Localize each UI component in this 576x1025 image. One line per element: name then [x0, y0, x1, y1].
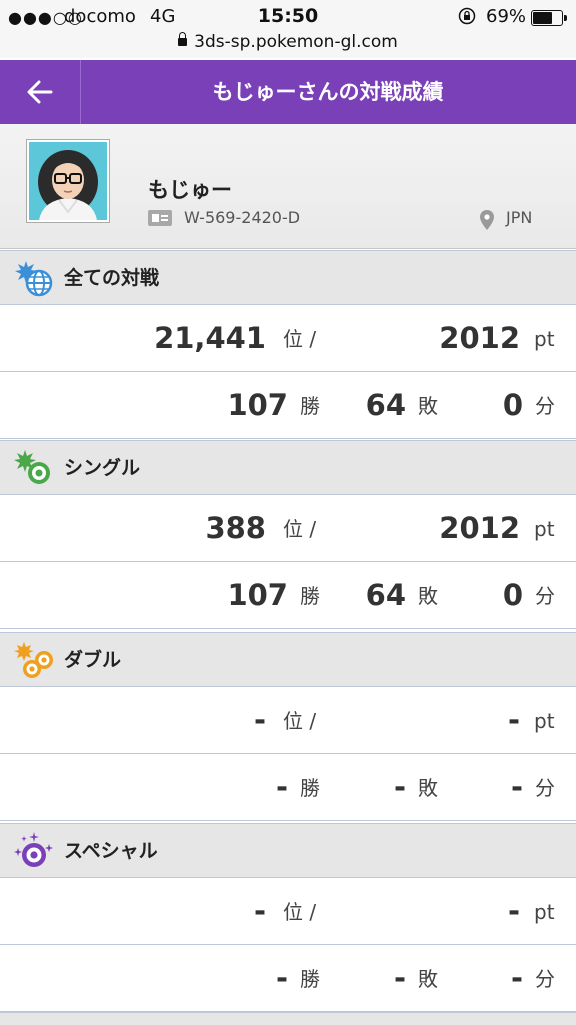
losses-unit: 敗 — [418, 776, 438, 800]
draws-unit: 分 — [535, 776, 555, 800]
points-value: - — [507, 894, 520, 928]
wins-value: - — [275, 961, 288, 995]
wins-value: 107 — [227, 578, 288, 612]
section-header-special: スペシャル — [0, 823, 576, 878]
draws-unit: 分 — [535, 584, 555, 608]
rank-value: - — [253, 703, 266, 737]
draws-value: - — [510, 770, 523, 804]
status-bar: ●●●○○ docomo 4G 15:50 69% 3ds-sp.pokemon… — [0, 0, 576, 58]
section-label: スペシャル — [64, 840, 158, 862]
player-profile: もじゅー W-569-2420-D JPN — [0, 124, 576, 249]
url-text: 3ds-sp.pokemon-gl.com — [194, 32, 398, 52]
globe-battle-icon — [15, 261, 53, 297]
section-header-double: ダブル — [0, 632, 576, 687]
draws-unit: 分 — [535, 394, 555, 418]
rank-unit: 位 / — [283, 517, 317, 541]
losses-unit: 敗 — [418, 967, 438, 991]
record-row: - 勝 - 敗 - 分 — [0, 754, 576, 821]
wins-value: - — [275, 770, 288, 804]
section-label: シングル — [64, 457, 141, 479]
record-row: 107 勝 64 敗 0 分 — [0, 372, 576, 439]
rank-unit: 位 / — [283, 709, 317, 733]
rank-row: - 位 / - pt — [0, 687, 576, 754]
points-unit: pt — [534, 517, 555, 541]
battery-fill — [533, 12, 553, 24]
rank-row: 388 位 / 2012 pt — [0, 495, 576, 562]
player-name: もじゅー — [148, 178, 232, 202]
record-row: 107 勝 64 敗 0 分 — [0, 562, 576, 629]
special-battle-icon — [14, 832, 53, 867]
draws-value: 0 — [502, 388, 523, 422]
section-header-all-battles: 全ての対戦 — [0, 250, 576, 305]
rank-row: 21,441 位 / 2012 pt — [0, 305, 576, 372]
arrow-left-icon — [27, 80, 53, 104]
rank-unit: 位 / — [283, 327, 317, 351]
section-label: 全ての対戦 — [64, 267, 160, 289]
losses-unit: 敗 — [418, 584, 438, 608]
double-battle-icon — [14, 642, 53, 678]
player-id: W-569-2420-D — [184, 208, 301, 227]
battery-percent: 69% — [486, 6, 527, 27]
record-row: - 勝 - 敗 - 分 — [0, 945, 576, 1012]
points-value: 2012 — [439, 511, 520, 545]
rotation-lock-icon — [458, 7, 476, 25]
single-battle-icon — [14, 450, 50, 484]
next-section-strip — [0, 1012, 576, 1025]
points-unit: pt — [534, 709, 555, 733]
page-header: もじゅーさんの対戦成績 — [0, 60, 576, 124]
rank-unit: 位 / — [283, 900, 317, 924]
draws-value: - — [510, 961, 523, 995]
wins-value: 107 — [227, 388, 288, 422]
points-unit: pt — [534, 327, 555, 351]
rank-row: - 位 / - pt — [0, 878, 576, 945]
player-country: JPN — [506, 208, 533, 227]
player-avatar-image — [29, 142, 107, 220]
section-header-single: シングル — [0, 440, 576, 495]
rank-value: 21,441 — [154, 321, 266, 355]
losses-value: 64 — [365, 388, 406, 422]
battery-icon — [531, 10, 567, 26]
losses-value: - — [393, 961, 406, 995]
draws-unit: 分 — [535, 967, 555, 991]
losses-value: 64 — [365, 578, 406, 612]
rank-value: - — [253, 894, 266, 928]
avatar — [26, 139, 110, 223]
points-value: 2012 — [439, 321, 520, 355]
losses-value: - — [393, 770, 406, 804]
losses-unit: 敗 — [418, 394, 438, 418]
wins-unit: 勝 — [300, 584, 320, 608]
page-title: もじゅーさんの対戦成績 — [212, 80, 444, 104]
rank-value: 388 — [205, 511, 266, 545]
points-value: - — [507, 703, 520, 737]
back-button[interactable] — [0, 60, 81, 124]
location-pin-icon — [480, 210, 494, 230]
draws-value: 0 — [502, 578, 523, 612]
wins-unit: 勝 — [300, 776, 320, 800]
wins-unit: 勝 — [300, 967, 320, 991]
wins-unit: 勝 — [300, 394, 320, 418]
lock-icon — [178, 32, 188, 46]
points-unit: pt — [534, 900, 555, 924]
id-card-icon — [148, 210, 172, 226]
url-bar[interactable]: 3ds-sp.pokemon-gl.com — [0, 32, 576, 52]
section-label: ダブル — [64, 649, 122, 671]
